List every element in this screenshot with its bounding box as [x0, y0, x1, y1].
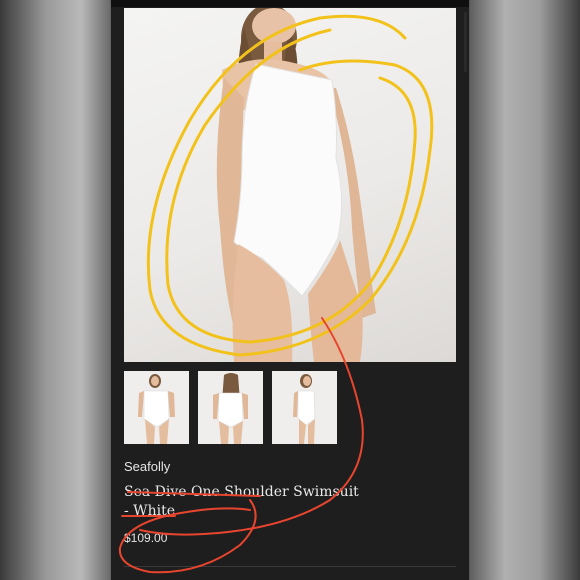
product-page: Seafolly Sea Dive One Shoulder Swimsuit … — [111, 0, 469, 580]
thumbnail-back[interactable] — [198, 371, 263, 444]
thumbnail-side-image — [293, 374, 316, 444]
model-photo — [216, 8, 376, 362]
thumbnail-gallery — [124, 371, 337, 444]
thumbnail-side[interactable] — [272, 371, 337, 444]
thumbnail-front[interactable] — [124, 371, 189, 444]
top-bar — [111, 0, 469, 7]
thumbnail-back-image — [213, 373, 248, 444]
product-price: $109.00 — [124, 531, 168, 545]
brand-name[interactable]: Seafolly — [124, 459, 170, 474]
divider — [124, 566, 456, 567]
main-product-image[interactable] — [124, 8, 456, 362]
thumbnail-front-image — [138, 374, 175, 444]
product-title: Sea Dive One Shoulder Swimsuit - White — [124, 484, 359, 519]
scroll-indicator[interactable] — [464, 12, 467, 72]
